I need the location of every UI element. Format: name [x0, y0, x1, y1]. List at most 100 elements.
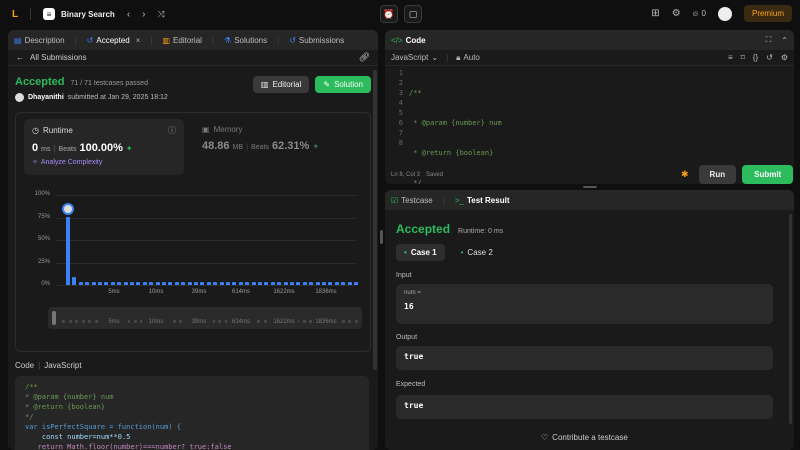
distribution-bar[interactable] [136, 282, 141, 285]
run-button[interactable]: Run [698, 165, 737, 184]
next-problem-icon[interactable]: › [142, 9, 145, 20]
distribution-bar[interactable] [277, 282, 282, 285]
distribution-bar[interactable] [155, 282, 160, 285]
prev-problem-icon[interactable]: ‹ [127, 9, 130, 20]
reset-icon[interactable]: ↺ [766, 53, 773, 62]
leetcode-logo-icon[interactable]: L [8, 7, 22, 21]
code-line: * @param {number} num [25, 393, 114, 401]
distribution-bar[interactable] [328, 282, 333, 285]
left-scrollbar[interactable] [373, 70, 377, 370]
distribution-bar[interactable] [226, 282, 230, 285]
tab-solutions[interactable]: ⚗ Solutions [224, 36, 267, 45]
bookmark-icon[interactable]: ⌑ [741, 53, 745, 62]
distribution-bar[interactable] [162, 282, 166, 285]
distribution-bar[interactable] [200, 282, 205, 285]
distribution-bar[interactable] [270, 282, 275, 285]
memory-card[interactable]: ▣ Memory 48.86 MB | Beats 62.31% ✦ [194, 119, 364, 175]
solution-button[interactable]: ✎ Solution [315, 76, 371, 93]
distribution-bar[interactable] [258, 282, 262, 285]
username[interactable]: Dhayanithi [28, 94, 64, 101]
expand-icon[interactable]: ⌃ [781, 36, 788, 45]
analyze-complexity-link[interactable]: ✧ Analyze Complexity [32, 158, 176, 167]
distribution-bar[interactable] [130, 282, 134, 285]
editorial-button[interactable]: ▥ Editorial [252, 76, 310, 93]
distribution-bar[interactable] [123, 282, 128, 285]
distribution-bar[interactable] [104, 282, 109, 285]
settings-icon[interactable]: ⚙ [781, 53, 788, 62]
tab-test-result[interactable]: >_ Test Result [455, 196, 510, 205]
case-1-tab[interactable]: • Case 1 [396, 244, 445, 261]
distribution-bar[interactable] [142, 282, 147, 285]
tab-testcase[interactable]: ☑ Testcase [391, 196, 433, 205]
horizontal-splitter-handle[interactable] [583, 186, 597, 188]
distribution-bar[interactable] [347, 282, 352, 285]
problem-list-button[interactable]: ≡ Binary Search [43, 8, 115, 20]
vertical-splitter-handle[interactable] [380, 230, 383, 244]
back-arrow-icon[interactable]: ← [16, 53, 24, 62]
distribution-bar[interactable] [117, 282, 122, 285]
maximize-icon[interactable]: ⛶ [766, 35, 772, 45]
streak-button[interactable]: 🔥︎ 0 [693, 9, 706, 19]
close-tab-icon[interactable]: × [136, 36, 141, 45]
distribution-bar[interactable] [283, 282, 288, 285]
tab-submissions[interactable]: ↺ Submissions [289, 36, 344, 45]
distribution-bar[interactable] [194, 282, 198, 285]
timer-button[interactable]: ⏰ [380, 5, 398, 23]
tab-description[interactable]: ▤ Description [14, 36, 65, 45]
distribution-bar[interactable] [66, 216, 70, 285]
distribution-bar[interactable] [322, 282, 326, 285]
tab-code[interactable]: </> Code [391, 36, 426, 45]
info-icon[interactable]: ⓘ [168, 125, 176, 136]
distribution-bar[interactable] [213, 282, 218, 285]
distribution-bar[interactable] [296, 282, 301, 285]
distribution-bar[interactable] [187, 282, 192, 285]
distribution-bar[interactable] [181, 282, 186, 285]
notes-button[interactable]: ▢ [404, 5, 422, 23]
distribution-bar[interactable] [334, 282, 339, 285]
user-avatar[interactable] [717, 6, 732, 21]
distribution-bar[interactable] [245, 282, 250, 285]
braces-icon[interactable]: {} [753, 53, 758, 62]
range-slider-handle[interactable] [52, 311, 56, 325]
tab-accepted[interactable]: ↺ Accepted × [87, 36, 141, 45]
distribution-bar[interactable] [309, 282, 314, 285]
distribution-bar[interactable] [354, 282, 358, 285]
settings-gear-icon[interactable]: ⚙ [672, 8, 681, 19]
contribute-testcase-link[interactable]: ♡ Contribute a testcase [541, 433, 628, 442]
distribution-bar[interactable] [206, 282, 211, 285]
grid-apps-icon[interactable]: ⊞ [651, 8, 659, 19]
distribution-bar[interactable] [290, 282, 294, 285]
distribution-bar[interactable] [315, 282, 320, 285]
result-scrollbar[interactable] [789, 214, 792, 424]
submit-button[interactable]: Submit [742, 165, 794, 184]
range-slider[interactable] [48, 307, 362, 329]
code-editor[interactable]: 12345678 /** * @param {number} num * @re… [385, 68, 794, 184]
shuffle-icon[interactable]: ⤨ [158, 9, 165, 20]
debug-icon[interactable]: ✱ [681, 169, 689, 180]
distribution-bar[interactable] [251, 282, 256, 285]
distribution-bar[interactable] [232, 282, 237, 285]
case-2-tab[interactable]: • Case 2 [453, 244, 501, 261]
distribution-bar[interactable] [91, 282, 96, 285]
distribution-bar[interactable] [302, 282, 307, 285]
auto-mode-toggle[interactable]: 🔒︎ Auto [456, 53, 480, 63]
all-submissions-link[interactable]: All Submissions [30, 53, 86, 62]
runtime-card[interactable]: ◷ Runtime ⓘ 0 ms | Beats 100.00% ✦ ✧ Ana… [24, 119, 184, 175]
distribution-bar[interactable] [149, 282, 154, 285]
distribution-bar[interactable] [78, 282, 83, 285]
premium-button[interactable]: Premium [743, 5, 792, 22]
distribution-bar[interactable] [85, 282, 90, 285]
format-icon[interactable]: ≡ [728, 53, 733, 62]
tab-editorial[interactable]: ▥ Editorial [162, 36, 201, 45]
distribution-bar[interactable] [238, 282, 243, 285]
distribution-bar[interactable] [72, 276, 77, 285]
distribution-bar[interactable] [264, 282, 269, 285]
distribution-bar[interactable] [168, 282, 173, 285]
distribution-bar[interactable] [341, 282, 346, 285]
distribution-bar[interactable] [98, 282, 102, 285]
distribution-bar[interactable] [110, 282, 115, 285]
distribution-bar[interactable] [174, 282, 179, 285]
distribution-bar[interactable] [219, 282, 224, 285]
share-link-icon[interactable]: 🔗︎ [359, 52, 370, 63]
language-select[interactable]: JavaScript ⌄ [391, 53, 438, 62]
